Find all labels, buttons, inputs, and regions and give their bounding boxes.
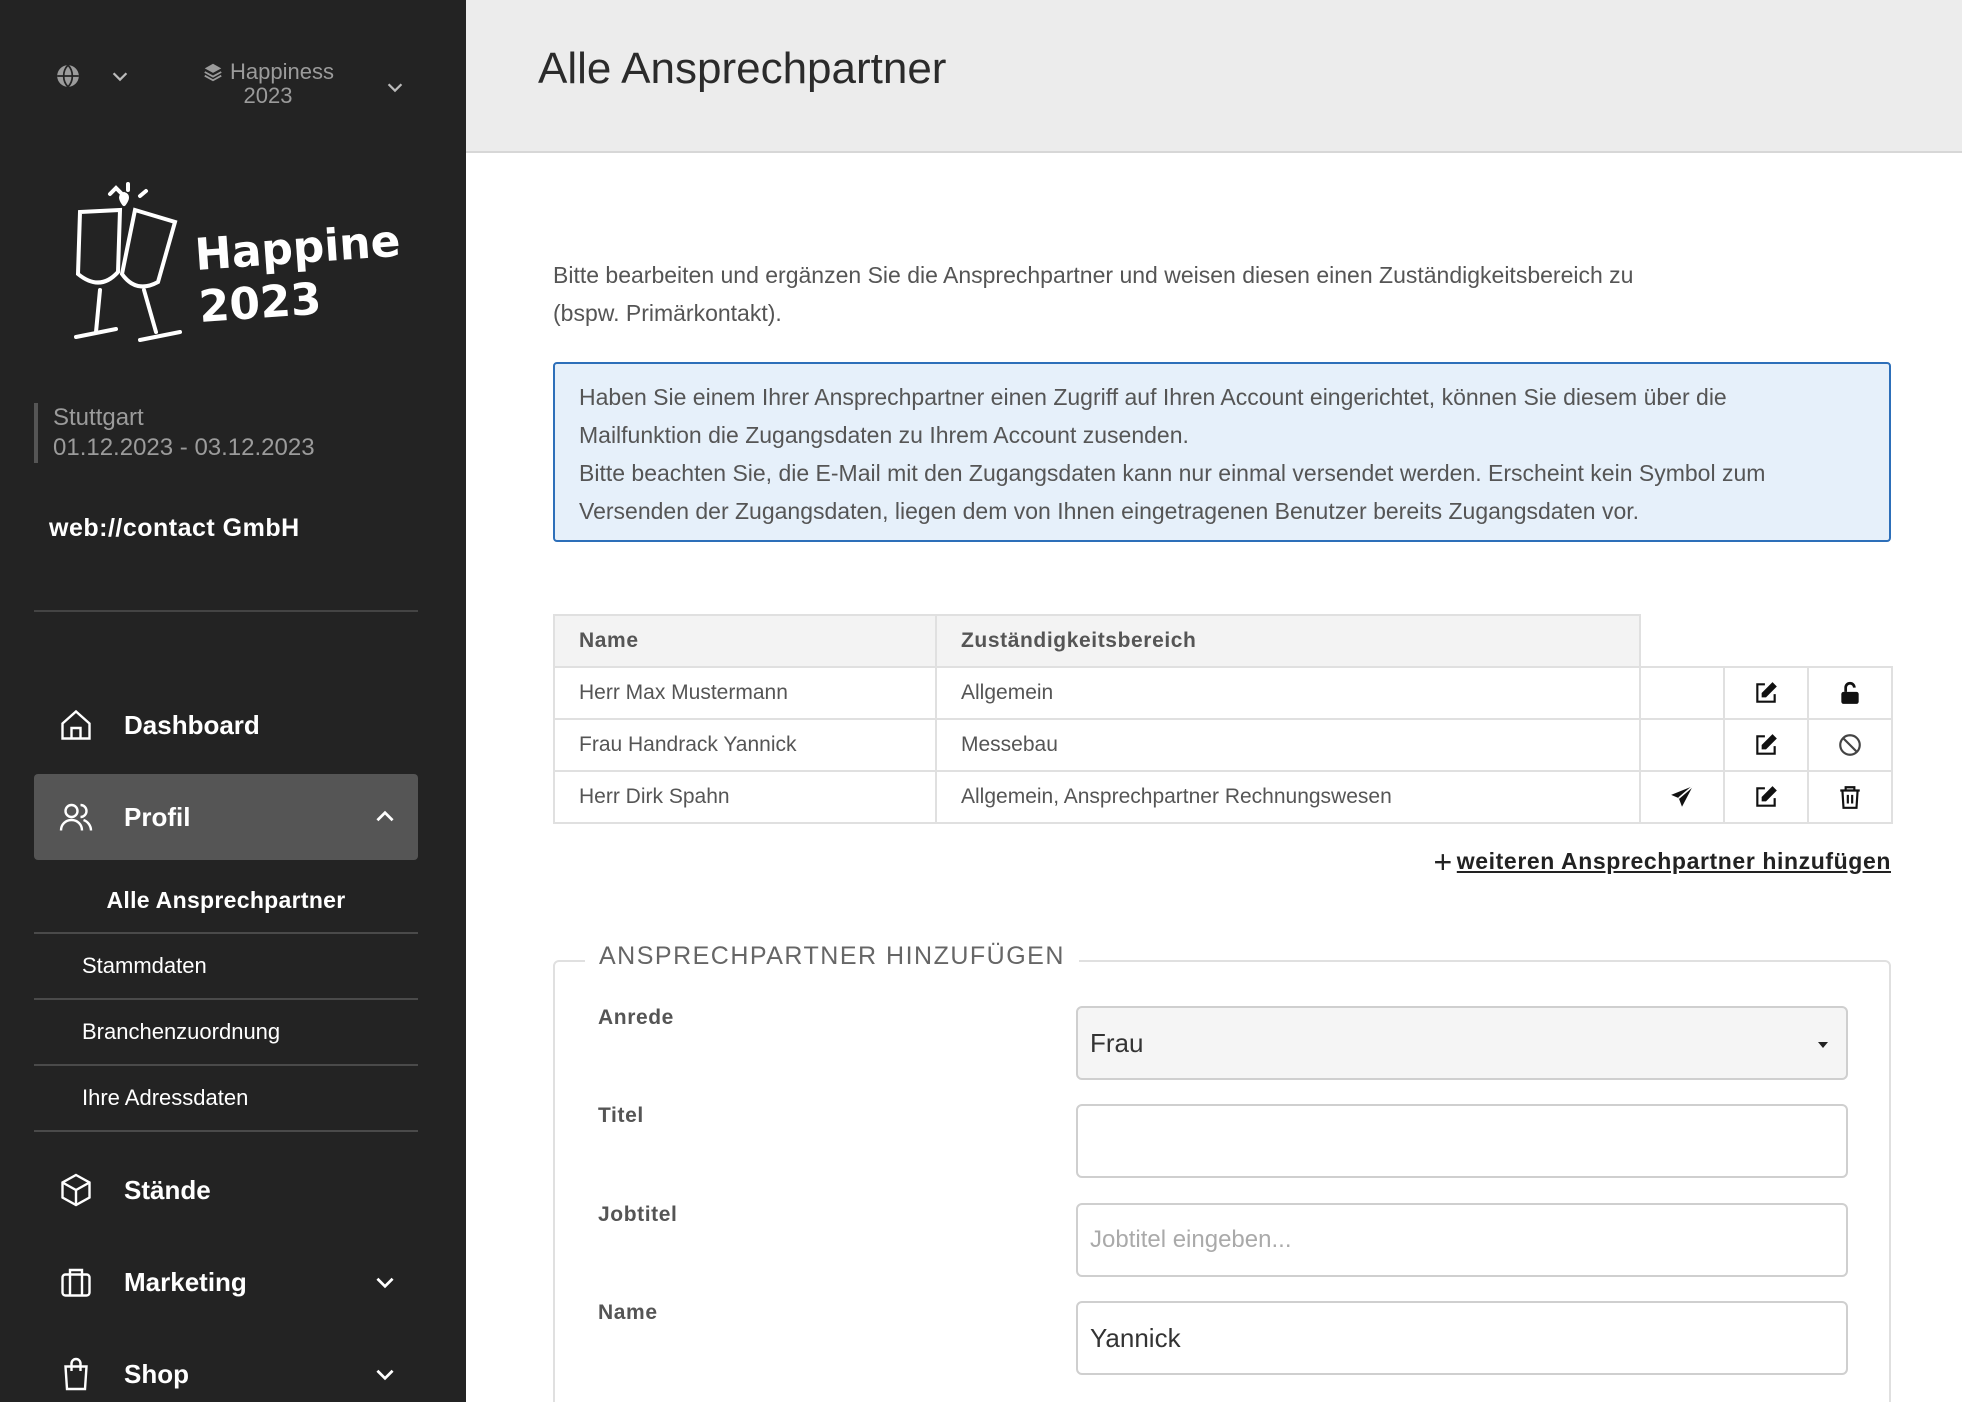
cell-name: Frau Handrack Yannick <box>553 718 937 772</box>
event-year: 2023 <box>243 83 293 108</box>
ban-icon <box>1839 734 1861 756</box>
column-header-blank <box>1639 615 1724 668</box>
language-selector[interactable] <box>55 56 131 96</box>
column-header-name: Name <box>553 614 937 668</box>
home-icon <box>61 709 91 740</box>
subnav-alle-ansprechpartner[interactable]: Alle Ansprechpartner <box>34 868 418 934</box>
jobtitel-placeholder: Jobtitel eingeben... <box>1090 1226 1292 1253</box>
unlock-button[interactable] <box>1807 666 1893 720</box>
nav-marketing[interactable]: Marketing <box>34 1239 418 1325</box>
nav-label: Profil <box>124 801 191 832</box>
add-contact-label: weiteren Ansprechpartner hinzufügen <box>1456 848 1891 874</box>
edit-button[interactable] <box>1723 770 1809 824</box>
chevron-down-icon <box>376 1369 394 1381</box>
subnav-branchenzuordnung[interactable]: Branchenzuordnung <box>34 1000 418 1066</box>
titel-label: Titel <box>598 1104 644 1127</box>
location-city: Stuttgart <box>53 404 144 431</box>
edit-icon <box>1756 682 1777 703</box>
titel-input[interactable] <box>1076 1104 1848 1178</box>
svg-text:Happiness: Happiness <box>193 212 400 281</box>
plus-icon: + <box>1433 843 1453 880</box>
jobtitel-label: Jobtitel <box>598 1203 678 1226</box>
table-header-row: Name Zuständigkeitsbereich <box>553 614 1892 668</box>
trash-icon <box>1840 786 1860 809</box>
unlock-icon <box>1841 681 1859 704</box>
nav-label: Stände <box>124 1174 211 1205</box>
block-button[interactable] <box>1807 718 1893 772</box>
edit-button[interactable] <box>1723 718 1809 772</box>
chevron-down-icon <box>112 72 128 82</box>
nav-label: Shop <box>124 1358 189 1389</box>
event-name: Happiness <box>230 59 334 84</box>
info-line: Mailfunktion die Zugangsdaten zu Ihrem A… <box>579 422 1189 448</box>
chevron-down-icon <box>376 1277 394 1289</box>
add-contact-link[interactable]: + weiteren Ansprechpartner hinzufügen <box>1433 843 1892 880</box>
cell-name: Herr Max Mustermann <box>553 666 937 720</box>
form-legend: ANSPRECHPARTNER HINZUFÜGEN <box>585 942 1079 971</box>
info-line: Versenden der Zugangsdaten, liegen dem v… <box>579 498 1640 524</box>
send-credentials-button[interactable] <box>1639 770 1725 824</box>
subnav-stammdaten[interactable]: Stammdaten <box>34 934 418 1000</box>
page-title: Alle Ansprechpartner <box>538 44 947 93</box>
name-value: Yannick <box>1090 1322 1181 1353</box>
info-box: Haben Sie einem Ihrer Ansprechpartner ei… <box>553 362 1891 542</box>
subnav-adressdaten[interactable]: Ihre Adressdaten <box>34 1066 418 1132</box>
svg-text:2023: 2023 <box>197 274 323 333</box>
chevron-down-icon <box>387 83 403 93</box>
column-header-area: Zuständigkeitsbereich <box>935 614 1641 668</box>
anrede-value: Frau <box>1090 1027 1144 1058</box>
intro-line: (bspw. Primärkontakt). <box>553 300 782 326</box>
nav-dashboard[interactable]: Dashboard <box>34 682 418 768</box>
briefcase-icon <box>61 1268 91 1297</box>
info-line: Haben Sie einem Ihrer Ansprechpartner ei… <box>579 384 1727 410</box>
empty-action-cell <box>1639 666 1725 720</box>
delete-button[interactable] <box>1807 770 1893 824</box>
edit-icon <box>1756 734 1777 755</box>
table-row: Frau Handrack Yannick Messebau <box>553 718 1893 772</box>
nav-profil[interactable]: Profil <box>34 774 418 860</box>
chevron-up-icon <box>376 810 394 822</box>
shopping-bag-icon <box>64 1357 88 1391</box>
page-header: Alle Ansprechpartner <box>466 0 1962 153</box>
company-name: web://contact GmbH <box>49 514 300 542</box>
add-contact-form: ANSPRECHPARTNER HINZUFÜGEN Anrede Frau T… <box>553 942 1891 1402</box>
event-dates: 01.12.2023 - 03.12.2023 <box>53 434 315 461</box>
name-label: Name <box>598 1301 658 1324</box>
nav-shop[interactable]: Shop <box>34 1331 418 1402</box>
empty-action-cell <box>1639 718 1725 772</box>
cell-area: Allgemein <box>935 666 1641 720</box>
table-row: Herr Dirk Spahn Allgemein, Ansprechpartn… <box>553 770 1893 824</box>
send-icon <box>1671 785 1694 807</box>
table-row: Herr Max Mustermann Allgemein <box>553 666 1893 720</box>
caret-down-icon <box>1818 1042 1828 1048</box>
intro-text: Bitte bearbeiten und ergänzen Sie die An… <box>553 256 1953 332</box>
anrede-label: Anrede <box>598 1006 674 1029</box>
jobtitel-input[interactable]: Jobtitel eingeben... <box>1076 1203 1848 1277</box>
divider <box>34 610 418 612</box>
edit-icon <box>1756 786 1777 807</box>
event-location: Stuttgart 01.12.2023 - 03.12.2023 <box>34 403 315 463</box>
name-input[interactable]: Yannick <box>1076 1301 1848 1375</box>
users-icon <box>59 803 93 831</box>
event-selector[interactable]: Happiness 2023 <box>198 60 408 108</box>
column-header-blank <box>1724 615 1808 668</box>
layers-icon <box>204 63 222 82</box>
nav-label: Marketing <box>124 1266 247 1297</box>
info-line: Bitte beachten Sie, die E-Mail mit den Z… <box>579 460 1766 486</box>
column-header-blank <box>1808 615 1892 668</box>
intro-line: Bitte bearbeiten und ergänzen Sie die An… <box>553 262 1634 288</box>
nav-staende[interactable]: Stände <box>34 1147 418 1233</box>
edit-button[interactable] <box>1723 666 1809 720</box>
nav-label: Dashboard <box>124 709 260 740</box>
happiness-logo: Happiness 2023 <box>74 182 400 342</box>
contacts-table: Name Zuständigkeitsbereich Herr Max Must… <box>553 614 1893 824</box>
cell-name: Herr Dirk Spahn <box>553 770 937 824</box>
box-icon <box>61 1173 91 1207</box>
sidebar: Happiness 2023 Happiness 2023 Stuttgart … <box>0 0 466 1402</box>
cell-area: Messebau <box>935 718 1641 772</box>
anrede-select[interactable]: Frau <box>1076 1006 1848 1080</box>
globe-icon <box>57 64 79 88</box>
cell-area: Allgemein, Ansprechpartner Rechnungswese… <box>935 770 1641 824</box>
